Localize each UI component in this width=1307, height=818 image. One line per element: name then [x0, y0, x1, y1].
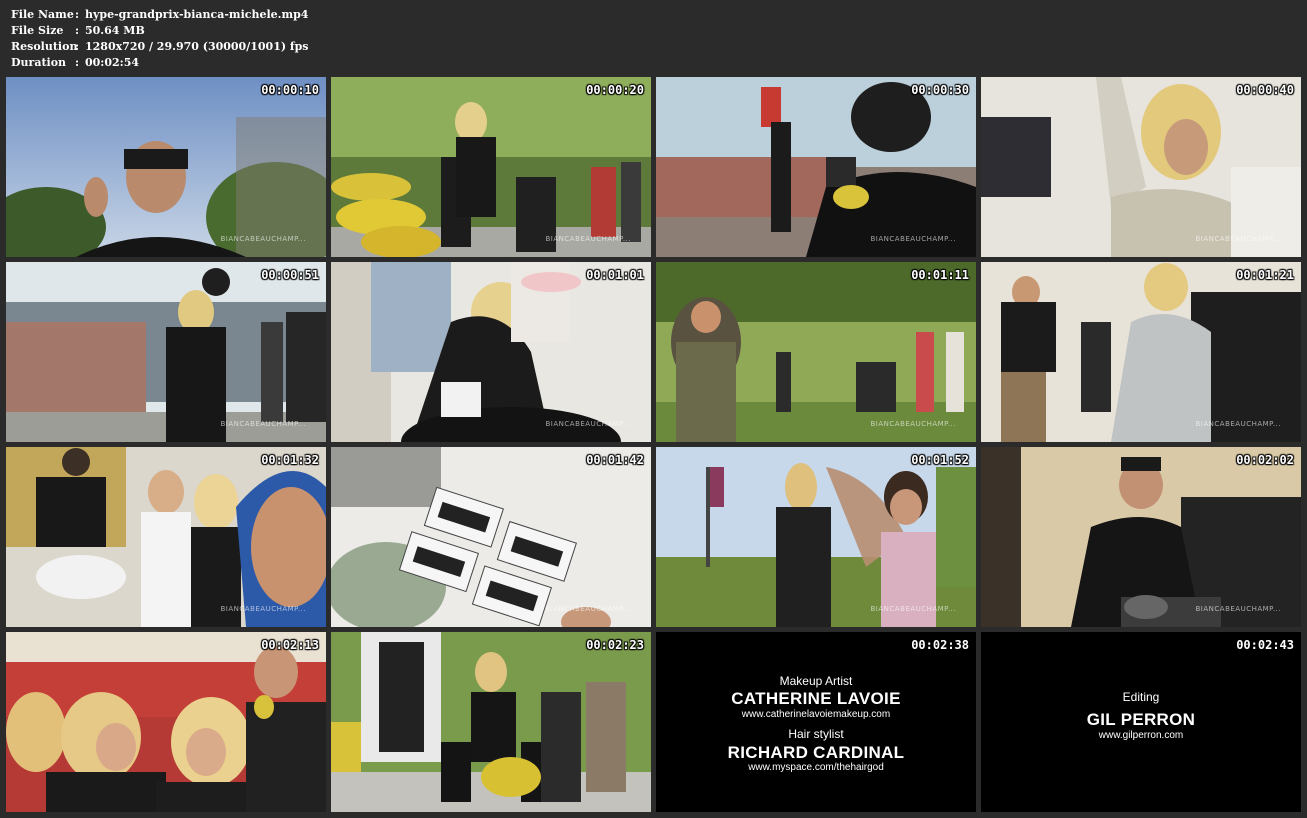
watermark: BIANCABEAUCHAMP... — [870, 420, 956, 428]
watermark: BIANCABEAUCHAMP... — [1195, 235, 1281, 243]
timestamp: 00:00:20 — [586, 83, 644, 97]
frame-image — [6, 262, 326, 442]
frame-image — [981, 262, 1301, 442]
credits-frame: Editing GIL PERRON www.gilperron.com — [981, 632, 1301, 812]
file-size-value: 50.64 MB — [85, 24, 145, 37]
thumbnail-frame[interactable]: 00:00:30 BIANCABEAUCHAMP... — [656, 77, 976, 257]
watermark: BIANCABEAUCHAMP... — [545, 605, 631, 613]
file-name-label: File Name — [11, 8, 74, 21]
timestamp: 00:01:01 — [586, 268, 644, 282]
watermark: BIANCABEAUCHAMP... — [1195, 420, 1281, 428]
frame-image — [656, 77, 976, 257]
thumbnail-frame[interactable]: 00:02:02 BIANCABEAUCHAMP... — [981, 447, 1301, 627]
frame-image — [6, 447, 326, 627]
timestamp: 00:02:13 — [261, 638, 319, 652]
duration-value: 00:02:54 — [85, 56, 140, 69]
watermark: BIANCABEAUCHAMP... — [220, 420, 306, 428]
timestamp: 00:02:23 — [586, 638, 644, 652]
thumbnail-frame[interactable]: 00:01:01 BIANCABEAUCHAMP... — [331, 262, 651, 442]
timestamp: 00:00:40 — [1236, 83, 1294, 97]
timestamp: 00:02:02 — [1236, 453, 1294, 467]
thumbnail-frame[interactable]: 00:01:42 BIANCABEAUCHAMP... — [331, 447, 651, 627]
frame-image — [656, 262, 976, 442]
thumbnail-frame[interactable]: 00:00:51 BIANCABEAUCHAMP... — [6, 262, 326, 442]
file-name-row: File Name: hype-grandprix-bianca-michele.… — [11, 7, 309, 23]
watermark: BIANCABEAUCHAMP... — [870, 605, 956, 613]
credit-name: GIL PERRON — [1086, 710, 1196, 729]
file-size-row: File Size:50.64 MB — [11, 23, 309, 39]
separator: : — [75, 56, 80, 69]
resolution-value: 1280x720 / 29.970 (30000/1001) fps — [85, 40, 309, 53]
watermark: BIANCABEAUCHAMP... — [870, 235, 956, 243]
frame-image — [6, 632, 326, 812]
credits-frame: Makeup Artist CATHERINE LAVOIE www.cathe… — [656, 632, 976, 812]
frame-image — [331, 77, 651, 257]
thumbnail-frame[interactable]: 00:00:20 BIANCABEAUCHAMP... — [331, 77, 651, 257]
credit-url: www.catherinelavoiemakeup.com — [741, 709, 891, 720]
separator: : — [75, 8, 80, 21]
frame-image — [656, 447, 976, 627]
thumbnail-frame[interactable]: 00:02:13 — [6, 632, 326, 812]
frame-image — [981, 447, 1301, 627]
thumbnail-frame[interactable]: Editing GIL PERRON www.gilperron.com 00:… — [981, 632, 1301, 812]
thumbnail-frame[interactable]: 00:01:11 BIANCABEAUCHAMP... — [656, 262, 976, 442]
thumbnail-frame[interactable]: 00:00:40 BIANCABEAUCHAMP... — [981, 77, 1301, 257]
timestamp: 00:01:32 — [261, 453, 319, 467]
timestamp: 00:02:43 — [1236, 638, 1294, 652]
resolution-row: Resolution: 1280x720 / 29.970 (30000/1001… — [11, 39, 309, 55]
credit-role: Editing — [1122, 690, 1160, 704]
watermark: BIANCABEAUCHAMP... — [545, 235, 631, 243]
thumbnail-frame[interactable]: Makeup Artist CATHERINE LAVOIE www.cathe… — [656, 632, 976, 812]
thumbnail-grid: 00:00:10 BIANCABEAUCHAMP... 00:00:20 BIA… — [6, 77, 1301, 812]
frame-image — [331, 262, 651, 442]
credit-name: RICHARD CARDINAL — [727, 743, 905, 762]
duration-row: Duration:00:02:54 — [11, 55, 309, 71]
frame-image — [331, 447, 651, 627]
thumbnail-frame[interactable]: 00:01:52 BIANCABEAUCHAMP... — [656, 447, 976, 627]
watermark: BIANCABEAUCHAMP... — [1195, 605, 1281, 613]
separator: : — [75, 24, 80, 37]
timestamp: 00:01:42 — [586, 453, 644, 467]
thumbnail-frame[interactable]: 00:01:21 BIANCABEAUCHAMP... — [981, 262, 1301, 442]
timestamp: 00:02:38 — [911, 638, 969, 652]
frame-image — [6, 77, 326, 257]
duration-label: Duration — [11, 56, 67, 69]
file-size-label: File Size — [11, 24, 64, 37]
timestamp: 00:01:21 — [1236, 268, 1294, 282]
thumbnail-frame[interactable]: 00:02:23 — [331, 632, 651, 812]
frame-image — [331, 632, 651, 812]
watermark: BIANCABEAUCHAMP... — [545, 420, 631, 428]
timestamp: 00:01:11 — [911, 268, 969, 282]
timestamp: 00:00:30 — [911, 83, 969, 97]
file-name-value: hype-grandprix-bianca-michele.mp4 — [85, 8, 309, 21]
thumbnail-frame[interactable]: 00:00:10 BIANCABEAUCHAMP... — [6, 77, 326, 257]
credit-name: CATHERINE LAVOIE — [731, 689, 901, 708]
timestamp: 00:00:51 — [261, 268, 319, 282]
credit-role: Makeup Artist — [779, 674, 853, 688]
credit-role: Hair stylist — [788, 727, 844, 741]
watermark: BIANCABEAUCHAMP... — [220, 605, 306, 613]
timestamp: 00:01:52 — [911, 453, 969, 467]
file-info: File Name: hype-grandprix-bianca-michele.… — [11, 7, 309, 71]
thumbnail-frame[interactable]: 00:01:32 BIANCABEAUCHAMP... — [6, 447, 326, 627]
watermark: BIANCABEAUCHAMP... — [220, 235, 306, 243]
resolution-label: Resolution — [11, 40, 78, 53]
timestamp: 00:00:10 — [261, 83, 319, 97]
frame-image — [981, 77, 1301, 257]
credit-url: www.gilperron.com — [1098, 730, 1184, 741]
credit-url: www.myspace.com/thehairgod — [748, 762, 884, 773]
separator: : — [75, 40, 80, 53]
